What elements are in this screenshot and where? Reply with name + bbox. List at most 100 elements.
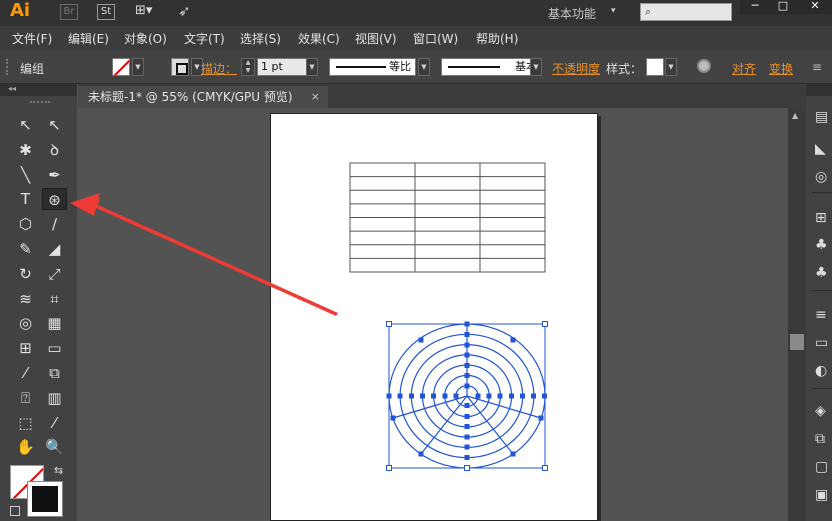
rocket-icon[interactable]: ➶ — [178, 2, 191, 20]
artboard-tool[interactable]: ⬚ — [13, 412, 38, 434]
width-tool[interactable]: ≋ — [13, 288, 38, 310]
close-document-icon[interactable]: × — [311, 86, 320, 108]
direct-selection-tool[interactable]: ↖ — [42, 114, 67, 136]
search-input[interactable]: ⌕ — [640, 3, 732, 21]
scrollbar-thumb[interactable] — [790, 334, 804, 350]
workspace-switcher[interactable]: 基本功能 — [548, 5, 596, 22]
symbols-icon[interactable]: ♣ — [815, 264, 832, 282]
scroll-up-icon[interactable]: ▲ — [792, 111, 798, 120]
stroke-indicator[interactable] — [28, 482, 62, 516]
style-dropdown[interactable]: ▼ — [665, 58, 677, 76]
artboard[interactable] — [270, 113, 598, 521]
lasso-tool[interactable]: ꝺ — [42, 139, 67, 161]
stroke-weight-field[interactable]: 1 pt — [257, 58, 307, 76]
minimize-button[interactable]: ─ — [740, 0, 770, 14]
zoom-tool[interactable]: 🔍 — [42, 436, 67, 458]
default-fill-stroke-icon[interactable] — [10, 506, 20, 516]
mesh-tool[interactable]: ⊞ — [13, 337, 38, 359]
color-icon[interactable]: ▤ — [815, 108, 832, 126]
bridge-button[interactable]: Br — [60, 4, 78, 20]
document-tab-title: 未标题-1* @ 55% (CMYK/GPU 预览) — [88, 90, 293, 104]
transparency-icon[interactable]: ◐ — [815, 362, 832, 380]
swatches-icon[interactable]: ⊞ — [815, 209, 832, 227]
eyedropper-tool[interactable]: ⁄ — [13, 362, 38, 384]
stock-button[interactable]: St — [97, 4, 115, 20]
tools-panel-header[interactable]: ◂◂ — [0, 84, 77, 96]
line-segment-tool[interactable]: ╲ — [13, 164, 38, 186]
panel-dock: ▤ ◣ ◎ ⊞ ♣ ♣ ≡ ▭ ◐ ◈ ⧉ ▢ ▣ — [806, 84, 832, 521]
brush-definition[interactable]: 基本 — [441, 58, 542, 76]
brushes-icon[interactable]: ♣ — [815, 236, 832, 254]
menu-type[interactable]: 文字(T) — [184, 30, 225, 47]
polar-grid-tool[interactable]: ⊛ — [42, 188, 67, 211]
recolor-artwork-icon[interactable] — [697, 59, 711, 73]
close-button[interactable]: ✕ — [798, 0, 832, 14]
control-bar-grip[interactable] — [6, 59, 10, 75]
menu-file[interactable]: 文件(F) — [12, 30, 52, 47]
gradient-icon[interactable]: ▭ — [815, 334, 832, 352]
links-icon[interactable]: ⧉ — [815, 430, 832, 448]
menu-window[interactable]: 窗口(W) — [413, 30, 458, 47]
document-tab[interactable]: 未标题-1* @ 55% (CMYK/GPU 预览) × — [78, 86, 328, 108]
chevron-down-icon[interactable]: ▾ — [611, 6, 616, 16]
transform-link[interactable]: 变换 — [769, 60, 793, 77]
artboards-icon[interactable]: ▢ — [815, 458, 832, 476]
maximize-button[interactable]: □ — [768, 0, 798, 14]
opacity-link[interactable]: 不透明度 — [552, 60, 600, 77]
brush-dropdown[interactable]: ▼ — [530, 58, 542, 76]
panel-dock-header[interactable] — [806, 84, 832, 96]
menu-edit[interactable]: 编辑(E) — [68, 30, 109, 47]
pathfinder-icon[interactable]: ▣ — [815, 486, 832, 504]
scale-tool[interactable]: ⤢ — [42, 263, 67, 285]
tools-panel-grip[interactable] — [30, 101, 50, 104]
stroke-weight-dropdown[interactable]: ▼ — [306, 58, 318, 76]
layout-icon: ⊞▾ — [135, 3, 153, 18]
stroke-weight-stepper[interactable]: ▲ ▼ — [241, 58, 255, 76]
symbol-sprayer-tool[interactable]: ⍰ — [13, 387, 38, 409]
menu-effect[interactable]: 效果(C) — [298, 30, 340, 47]
perspective-grid-tool[interactable]: ▦ — [42, 312, 67, 334]
eraser-tool[interactable]: ◢ — [42, 238, 67, 260]
variable-width-profile[interactable]: 等比 — [329, 58, 416, 76]
divider — [812, 388, 832, 389]
stroke-color-swatch[interactable] — [171, 58, 189, 76]
menu-view[interactable]: 视图(V) — [355, 30, 397, 47]
free-transform-tool[interactable]: ⌗ — [42, 288, 67, 310]
magic-wand-tool[interactable]: ✱ — [13, 139, 38, 161]
paintbrush-tool[interactable]: ∕ — [42, 213, 67, 235]
column-graph-tool[interactable]: ▥ — [42, 387, 67, 409]
gradient-tool[interactable]: ▭ — [42, 337, 67, 359]
menu-object[interactable]: 对象(O) — [124, 30, 167, 47]
profile-label: 等比 — [389, 60, 411, 73]
rectangle-tool[interactable]: ⬡ — [13, 213, 38, 235]
arrange-documents-button[interactable]: ⊞▾ — [135, 3, 165, 21]
control-bar-menu-icon[interactable]: ≡ — [812, 60, 822, 74]
rotate-tool[interactable]: ↻ — [13, 263, 38, 285]
pen-tool[interactable]: ✒ — [42, 164, 67, 186]
fill-color-swatch[interactable] — [112, 58, 130, 76]
collapse-icon[interactable]: ◂◂ — [8, 84, 16, 93]
menu-help[interactable]: 帮助(H) — [476, 30, 518, 47]
ai-logo: Ai — [10, 0, 31, 21]
graphic-style-swatch[interactable] — [646, 58, 664, 76]
profile-dropdown[interactable]: ▼ — [418, 58, 430, 76]
layers-icon[interactable]: ◈ — [815, 402, 832, 420]
swap-fill-stroke-icon[interactable]: ⇆ — [54, 464, 63, 477]
slice-tool[interactable]: ⁄ — [42, 412, 67, 434]
fill-dropdown[interactable]: ▼ — [132, 58, 144, 76]
align-link[interactable]: 对齐 — [732, 60, 756, 77]
divider — [812, 290, 832, 291]
vertical-scrollbar[interactable]: ▲ — [788, 108, 806, 521]
color-guide-icon[interactable]: ◣ — [815, 140, 832, 158]
selection-tool[interactable]: ↖ — [13, 114, 38, 136]
appearance-icon[interactable]: ◎ — [815, 168, 832, 186]
application-bar: Ai Br St ⊞▾ ➶ 基本功能 ▾ ⌕ ─ □ ✕ — [0, 0, 832, 26]
type-tool[interactable]: T — [13, 188, 38, 210]
hand-tool[interactable]: ✋ — [13, 436, 38, 458]
blob-brush-tool[interactable]: ✎ — [13, 238, 38, 260]
stroke-icon[interactable]: ≡ — [815, 306, 832, 324]
shape-builder-tool[interactable]: ◎ — [13, 312, 38, 334]
blend-tool[interactable]: ⧉ — [42, 362, 67, 384]
stroke-panel-link[interactable]: 描边： — [201, 60, 237, 77]
menu-select[interactable]: 选择(S) — [240, 30, 281, 47]
